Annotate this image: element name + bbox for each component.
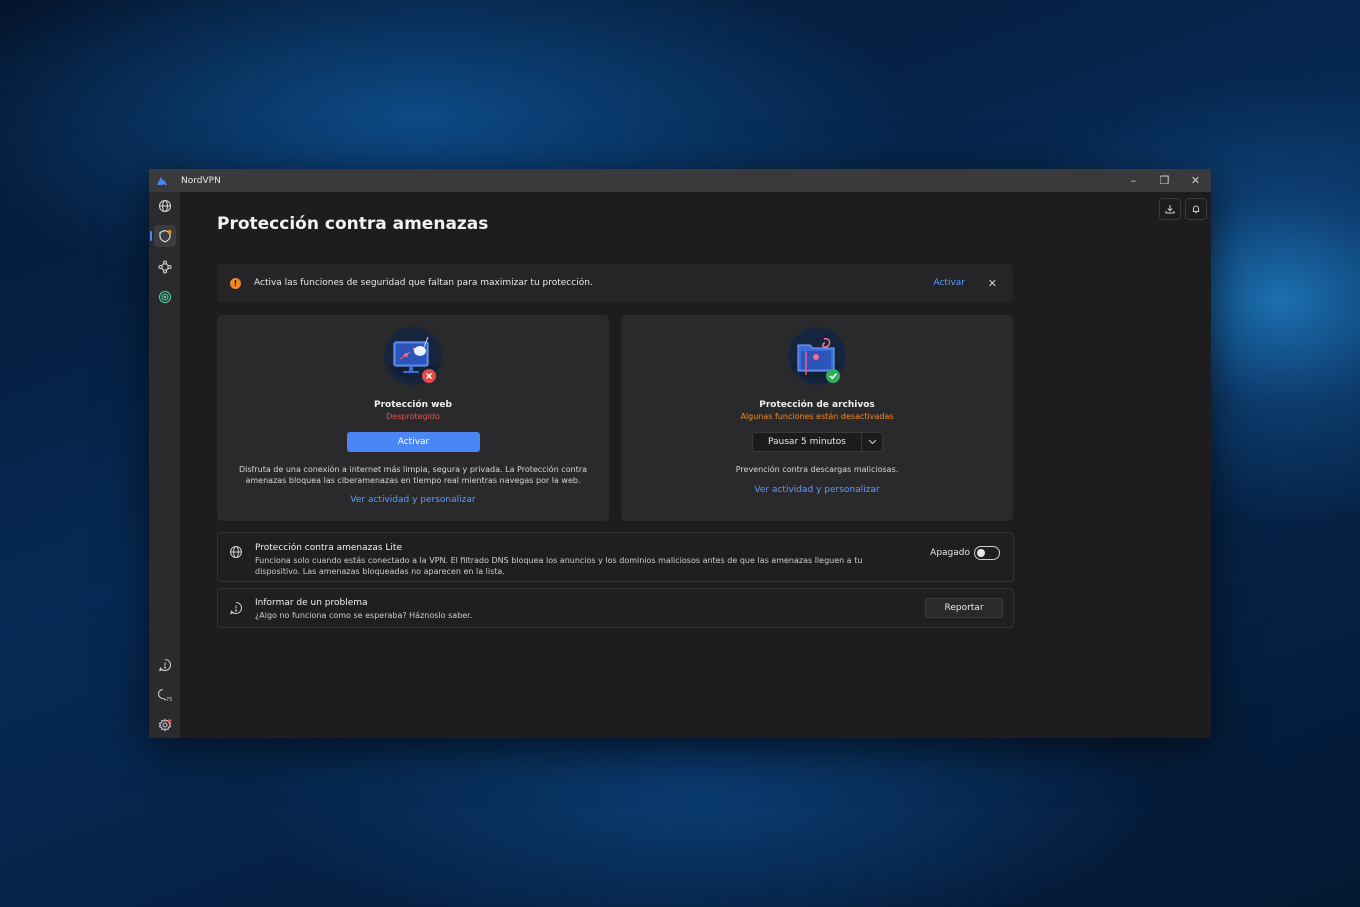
window-title: NordVPN xyxy=(181,175,221,186)
toggle-knob xyxy=(977,549,985,557)
web-protection-status: Desprotegido xyxy=(386,412,440,421)
top-toolbar xyxy=(1159,198,1207,220)
sidebar: 75 xyxy=(149,192,180,738)
file-protection-illustration-icon xyxy=(788,327,846,385)
web-protection-title: Protección web xyxy=(374,400,452,410)
web-protection-card: Protección web Desprotegido Activar Disf… xyxy=(217,315,609,521)
support-badge-count: 75 xyxy=(166,697,172,702)
meshnet-icon xyxy=(158,260,172,274)
nordvpn-logo-icon xyxy=(157,176,167,185)
sidebar-item-darkweb-monitor[interactable] xyxy=(154,286,176,308)
active-indicator xyxy=(150,231,152,241)
globe-icon xyxy=(158,199,172,213)
minimize-button[interactable]: – xyxy=(1118,169,1149,192)
banner-close-icon[interactable]: ✕ xyxy=(988,277,997,290)
lite-description: Funciona solo cuando estás conectado a l… xyxy=(255,556,863,576)
sidebar-item-threat-protection[interactable] xyxy=(150,225,176,247)
report-title: Informar de un problema xyxy=(255,598,368,608)
shield-icon xyxy=(159,229,172,243)
downloads-button[interactable] xyxy=(1159,198,1181,220)
web-protection-illustration-icon xyxy=(384,327,442,385)
sidebar-item-meshnet[interactable] xyxy=(154,256,176,278)
web-protection-description: Disfruta de una conexión a internet más … xyxy=(238,465,587,485)
lite-toggle-label: Apagado xyxy=(930,548,970,558)
lite-toggle[interactable] xyxy=(974,546,1000,560)
file-protection-activity-link[interactable]: Ver actividad y personalizar xyxy=(621,485,1013,495)
dns-globe-icon xyxy=(230,546,242,558)
download-icon xyxy=(1165,205,1175,214)
title-bar[interactable]: NordVPN – ❐ ✕ xyxy=(149,169,1211,192)
help-icon xyxy=(158,658,171,672)
threat-protection-lite-row: Protección contra amenazas Lite Funciona… xyxy=(217,532,1014,582)
file-protection-card: Protección de archivos Algunas funciones… xyxy=(621,315,1013,521)
pause-5-minutes-button[interactable]: Pausar 5 minutos xyxy=(752,432,861,452)
lite-title: Protección contra amenazas Lite xyxy=(255,543,402,553)
pause-options-toggle[interactable] xyxy=(861,432,883,452)
report-problem-row: Informar de un problema ¿Algo no funcion… xyxy=(217,588,1014,628)
web-protection-activity-link[interactable]: Ver actividad y personalizar xyxy=(217,495,609,505)
sidebar-item-help[interactable] xyxy=(154,654,176,676)
warning-icon: ! xyxy=(230,277,241,289)
security-banner: ! Activa las funciones de seguridad que … xyxy=(217,264,1013,302)
sidebar-item-globe[interactable] xyxy=(154,195,176,217)
activate-web-protection-button[interactable]: Activar xyxy=(347,432,480,452)
help-icon xyxy=(230,602,242,615)
window-controls: – ❐ ✕ xyxy=(1118,169,1211,192)
page-title: Protección contra amenazas xyxy=(217,214,489,234)
maximize-button[interactable]: ❐ xyxy=(1149,169,1180,192)
close-window-button[interactable]: ✕ xyxy=(1180,169,1211,192)
report-button[interactable]: Reportar xyxy=(925,598,1003,618)
file-protection-description: Prevención contra descargas maliciosas. xyxy=(735,465,899,474)
sidebar-item-settings[interactable] xyxy=(154,714,176,736)
sidebar-item-support[interactable]: 75 xyxy=(154,684,176,706)
bell-icon xyxy=(1192,205,1200,214)
main-content: Protección contra amenazas ! Activa las … xyxy=(180,192,1211,738)
file-protection-title: Protección de archivos xyxy=(759,400,875,410)
support-chat-icon: 75 xyxy=(157,688,172,702)
banner-activate-link[interactable]: Activar xyxy=(933,278,965,288)
pause-dropdown[interactable]: Pausar 5 minutos xyxy=(752,432,883,452)
file-protection-status: Algunas funciones están desactivadas xyxy=(740,412,894,421)
chevron-down-icon xyxy=(868,439,876,445)
banner-text: Activa las funciones de seguridad que fa… xyxy=(254,278,593,288)
target-icon xyxy=(158,290,172,304)
notifications-button[interactable] xyxy=(1185,198,1207,220)
app-window: NordVPN – ❐ ✕ 75 Protección contra amena… xyxy=(149,169,1211,738)
report-description: ¿Algo no funciona como se esperaba? Házn… xyxy=(255,611,473,620)
settings-icon xyxy=(158,718,172,732)
